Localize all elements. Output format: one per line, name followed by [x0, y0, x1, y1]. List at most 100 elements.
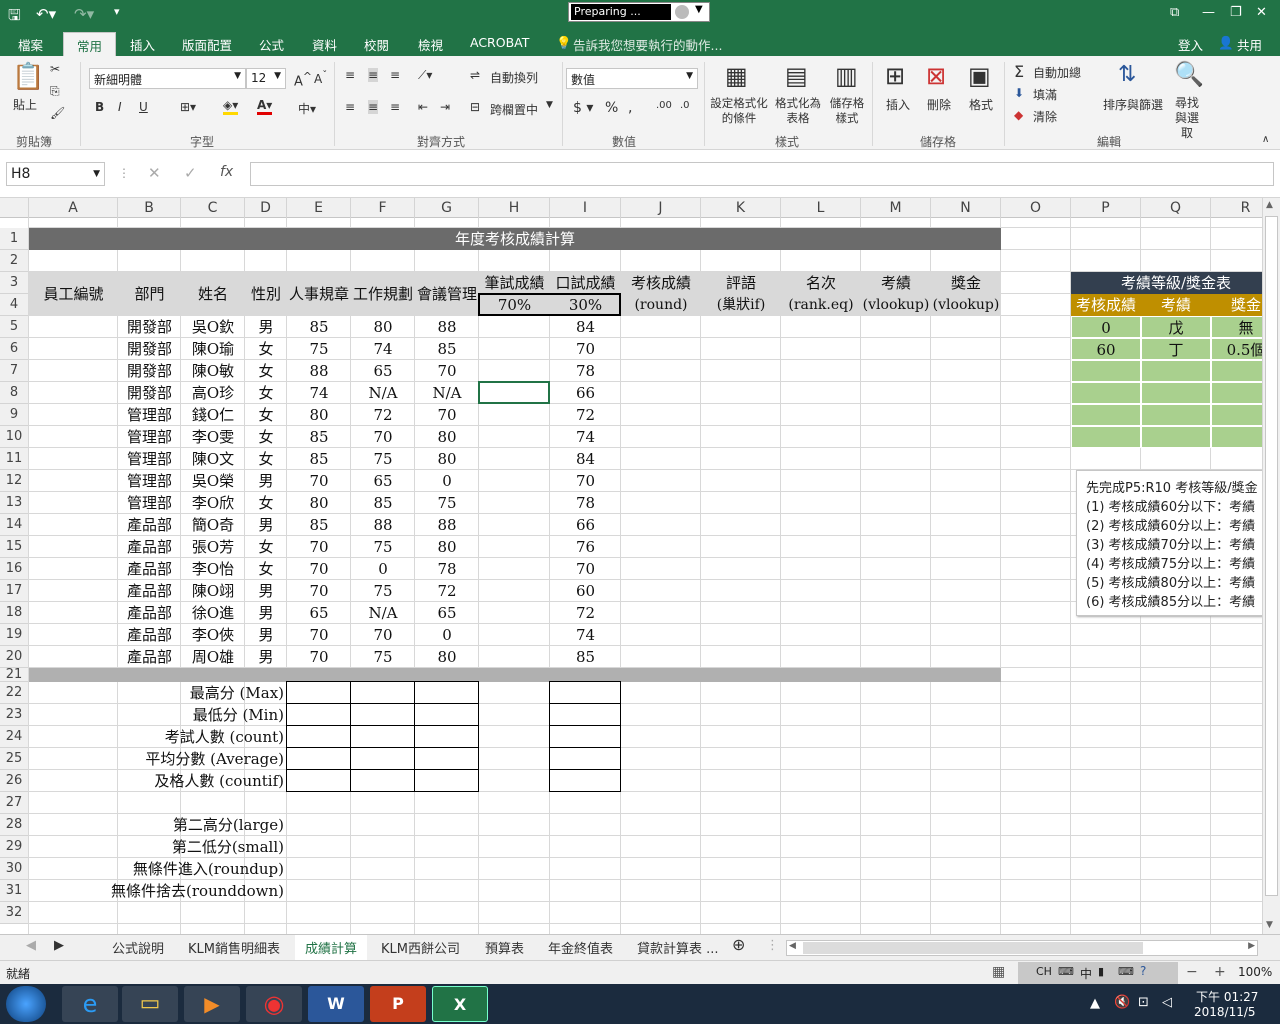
column-header-q[interactable]: Q	[1141, 198, 1211, 218]
ime-icon[interactable]: ⌨	[1058, 965, 1074, 978]
insert-cells-button[interactable]: 插入	[886, 96, 910, 113]
oral-score[interactable]: 66	[550, 382, 621, 404]
decrease-decimal-icon[interactable]: .0	[680, 100, 690, 111]
oral-score[interactable]: 70	[550, 338, 621, 360]
stats-input-cell[interactable]	[350, 681, 415, 704]
decrease-indent-icon[interactable]: ⇤	[418, 100, 428, 114]
stats-input-cell[interactable]	[549, 703, 621, 726]
meeting-mgmt-score[interactable]: 70	[415, 360, 479, 382]
share-button[interactable]: 共用	[1237, 35, 1262, 54]
personnel-rules-score[interactable]: 80	[287, 404, 351, 426]
save-icon[interactable]: 🖫	[8, 5, 21, 30]
scroll-right-icon[interactable]: ▶	[1248, 941, 1255, 951]
grade-table-header[interactable]: 獎金	[1211, 294, 1262, 316]
stats-label[interactable]: 平均分數 (Average)	[29, 748, 287, 770]
grade-table-cell[interactable]	[1211, 404, 1262, 426]
column-header-a[interactable]: A	[29, 198, 118, 218]
work-planning-score[interactable]: 70	[351, 624, 415, 646]
header-m[interactable]: 考績	[861, 272, 931, 294]
fill-color-icon[interactable]: ◈▾	[223, 98, 239, 115]
name-cell[interactable]: 張O芳	[181, 536, 245, 558]
row-header-19[interactable]: 19	[0, 624, 29, 646]
insert-cells-icon[interactable]: ⊞	[885, 62, 905, 90]
network-icon[interactable]: ⊡	[1138, 995, 1149, 1010]
stats-input-cell[interactable]	[414, 769, 479, 792]
work-planning-score[interactable]: 65	[351, 360, 415, 382]
row-header-11[interactable]: 11	[0, 448, 29, 470]
personnel-rules-score[interactable]: 85	[287, 316, 351, 338]
work-planning-score[interactable]: N/A	[351, 382, 415, 404]
header-k[interactable]: 評語	[701, 272, 781, 294]
zoom-in-icon[interactable]: +	[1214, 964, 1226, 980]
font-shrink-icon[interactable]: Aˇ	[314, 70, 327, 86]
increase-indent-icon[interactable]: ⇥	[440, 100, 450, 114]
gender-cell[interactable]: 女	[245, 404, 287, 426]
redo-icon[interactable]: ↷▾	[74, 5, 94, 23]
format-as-table-button[interactable]: 格式化為表格	[772, 96, 824, 126]
sheet-title[interactable]: 年度考核成績計算	[29, 228, 1001, 250]
stats-input-cell[interactable]	[286, 681, 351, 704]
row-header-20[interactable]: 20	[0, 646, 29, 668]
chrome-icon[interactable]: ◉	[246, 986, 302, 1022]
personnel-rules-score[interactable]: 85	[287, 514, 351, 536]
grade-table-cell[interactable]: 0	[1071, 316, 1141, 338]
row-header-21[interactable]: 21	[0, 668, 29, 682]
chevron-down-icon[interactable]: ▼	[695, 4, 703, 15]
column-header-b[interactable]: B	[118, 198, 181, 218]
stats-input-cell[interactable]	[414, 681, 479, 704]
increase-decimal-icon[interactable]: .00	[656, 100, 672, 111]
scroll-up-icon[interactable]: ▲	[1266, 200, 1273, 210]
department-cell[interactable]: 產品部	[118, 536, 181, 558]
tab-home[interactable]: 常用	[63, 32, 117, 56]
oral-score[interactable]: 72	[550, 404, 621, 426]
header-gender[interactable]: 性別	[245, 272, 287, 316]
merge-center-button[interactable]: 跨欄置中	[490, 101, 538, 118]
row-header-14[interactable]: 14	[0, 514, 29, 536]
ime-mode[interactable]: 中	[1080, 965, 1092, 982]
scroll-down-icon[interactable]: ▼	[1266, 920, 1273, 930]
fill-icon[interactable]: ⬇	[1014, 86, 1024, 100]
row-header-31[interactable]: 31	[0, 880, 29, 902]
row-header-15[interactable]: 15	[0, 536, 29, 558]
row-header-32[interactable]: 32	[0, 902, 29, 924]
sheet-tab[interactable]: KLM銷售明細表	[188, 938, 280, 957]
personnel-rules-score[interactable]: 70	[287, 624, 351, 646]
row-header-2[interactable]: 2	[0, 250, 29, 272]
conditional-format-button[interactable]: 設定格式化的條件	[709, 96, 769, 126]
close-icon[interactable]: ✕	[1256, 5, 1267, 20]
tell-me-input[interactable]: 告訴我您想要執行的動作...	[573, 35, 722, 54]
extra-stats-label[interactable]: 無條件捨去(rounddown)	[29, 880, 287, 902]
header-l-func[interactable]: (rank.eq)	[781, 294, 861, 316]
undo-icon[interactable]: ↶▾	[36, 5, 56, 23]
row-header-29[interactable]: 29	[0, 836, 29, 858]
enter-icon[interactable]: ✓	[184, 164, 197, 182]
oral-score[interactable]: 70	[550, 558, 621, 580]
department-cell[interactable]: 管理部	[118, 470, 181, 492]
word-icon[interactable]: W	[308, 986, 364, 1022]
volume-muted-icon[interactable]: 🔇	[1114, 995, 1130, 1010]
grade-table-cell[interactable]	[1071, 404, 1141, 426]
department-cell[interactable]: 產品部	[118, 624, 181, 646]
row-header-12[interactable]: 12	[0, 470, 29, 492]
work-planning-score[interactable]: 72	[351, 404, 415, 426]
department-cell[interactable]: 產品部	[118, 514, 181, 536]
gender-cell[interactable]: 男	[245, 580, 287, 602]
column-header-k[interactable]: K	[701, 198, 781, 218]
eraser-icon[interactable]: ◆	[1014, 108, 1023, 122]
align-left-icon[interactable]: ≡	[345, 100, 355, 114]
stats-input-cell[interactable]	[549, 725, 621, 748]
department-cell[interactable]: 產品部	[118, 580, 181, 602]
name-cell[interactable]: 周O雄	[181, 646, 245, 668]
comma-icon[interactable]: ,	[628, 100, 632, 116]
sheet-tab[interactable]: 成績計算	[295, 935, 368, 962]
number-format-select[interactable]: 數值 ▼	[566, 68, 698, 89]
tab-view[interactable]: 檢視	[418, 35, 443, 54]
row-header-1[interactable]: 1	[0, 228, 29, 250]
clock-time[interactable]: 下午 01:27	[1196, 988, 1258, 1005]
row-header-27[interactable]: 27	[0, 792, 29, 814]
stats-input-cell[interactable]	[350, 725, 415, 748]
header-n-func[interactable]: (vlookup)	[931, 294, 1001, 316]
cell-styles-button[interactable]: 儲存格樣式	[826, 96, 868, 126]
work-planning-score[interactable]: 74	[351, 338, 415, 360]
stats-label[interactable]: 考試人數 (count)	[29, 726, 287, 748]
